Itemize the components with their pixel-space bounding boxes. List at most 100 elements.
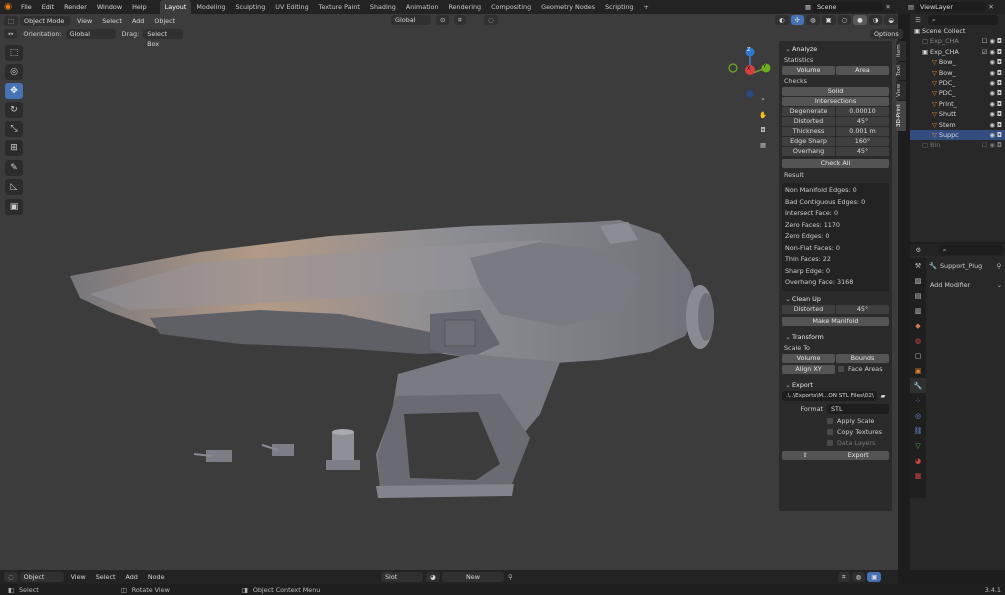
node-menu-node[interactable]: Node (143, 570, 170, 584)
world-tab-icon[interactable]: ◍ (910, 333, 926, 348)
model-small-parts[interactable] (193, 429, 360, 470)
camera-icon[interactable]: ◘ (755, 122, 771, 137)
outliner-item[interactable]: ▽ PDC_ ◉ ◘ (910, 88, 1005, 98)
workspace-tab-modeling[interactable]: Modeling (191, 0, 230, 14)
pivot-point-icon[interactable]: ⊙ (436, 15, 450, 25)
scale-bounds-button[interactable]: Bounds (836, 353, 889, 363)
node-menu-add[interactable]: Add (120, 570, 142, 584)
cleanup-panel-header[interactable]: ⌄ Clean Up (782, 293, 889, 305)
new-material-button[interactable]: New (442, 572, 504, 582)
scene-name-field[interactable]: Scene (813, 2, 883, 12)
check-all-button[interactable]: Check All (782, 159, 889, 168)
view-layer-tab-icon[interactable]: ▥ (910, 303, 926, 318)
tab-tool[interactable]: Tool (896, 62, 906, 80)
xray-icon[interactable]: ▣ (821, 15, 836, 25)
zoom-icon[interactable]: ⌕ (755, 92, 771, 107)
viewport-menu-select[interactable]: Select (97, 14, 127, 28)
export-path-field[interactable]: .\..\Exports\M...ON STL Files\02\ (782, 390, 877, 401)
node-menu-view[interactable]: View (66, 570, 91, 584)
volume-button[interactable]: Volume (782, 66, 835, 75)
shading-rendered-icon[interactable]: ◒ (884, 15, 898, 25)
slot-dropdown[interactable]: Slot (381, 572, 423, 582)
active-tool-icon[interactable]: ↔ (4, 29, 18, 39)
workspace-tab-geometry-nodes[interactable]: Geometry Nodes (536, 0, 600, 14)
add-workspace-button[interactable]: + (638, 0, 653, 14)
degenerate-field[interactable]: 0.00010 (836, 107, 889, 116)
shading-material-icon[interactable]: ◑ (868, 15, 883, 25)
outliner-item-selected[interactable]: ▽ Suppc ◉ ◘ (910, 129, 1005, 141)
result-item[interactable]: Zero Edges: 0 (785, 231, 886, 243)
workspace-tab-sculpting[interactable]: Sculpting (230, 0, 270, 14)
snap-icon[interactable]: ⌗ (454, 15, 466, 25)
menu-help[interactable]: Help (127, 0, 152, 14)
tool-tab-icon[interactable]: ⚒ (910, 258, 926, 273)
eye-icon[interactable]: ◉ ◘ (989, 120, 1002, 130)
physics-tab-icon[interactable]: ◎ (910, 408, 926, 423)
apply-scale-checkbox[interactable]: Apply Scale (782, 416, 889, 427)
constraints-tab-icon[interactable]: ⛓ (910, 423, 926, 438)
transform-panel-header[interactable]: ⌄ Transform (782, 331, 889, 343)
distorted-field[interactable]: 45° (836, 117, 889, 126)
viewport-menu-add[interactable]: Add (127, 14, 149, 28)
workspace-tab-texture-paint[interactable]: Texture Paint (314, 0, 365, 14)
tab-3d-print[interactable]: 3D-Print (896, 101, 906, 131)
thickness-button[interactable]: Thickness (782, 127, 835, 136)
eye-icon[interactable]: ◉ ◘ (989, 88, 1002, 98)
result-item[interactable]: Thin Faces: 22 (785, 254, 886, 266)
blender-logo-icon[interactable]: ◉ (0, 2, 16, 12)
material-tab-icon[interactable]: ◕ (910, 453, 926, 468)
export-button[interactable]: ⇪ Export (782, 450, 889, 460)
shading-solid-icon[interactable]: ● (853, 15, 867, 25)
ortho-grid-icon[interactable]: ▦ (755, 137, 771, 152)
transform-orientation-dropdown[interactable]: Global (391, 15, 431, 25)
add-cube-icon[interactable]: ▣ (5, 199, 23, 215)
export-panel-header[interactable]: ⌄ Export (782, 379, 889, 391)
transform-icon[interactable]: ⊞ (5, 140, 23, 156)
eye-icon[interactable]: ◉ ◘ (989, 99, 1002, 109)
properties-search-input[interactable]: ⌕ (938, 245, 1003, 255)
overhang-field[interactable]: 45° (836, 147, 889, 156)
material-browse-icon[interactable]: ◕ (426, 572, 440, 582)
checkbox-icon[interactable]: ☐ ◉ ◘ (982, 140, 1002, 150)
texture-tab-icon[interactable]: ▩ (910, 468, 926, 483)
node-menu-select[interactable]: Select (91, 570, 121, 584)
outliner-item[interactable]: ▽ Bow_ ◉ ◘ (910, 57, 1005, 67)
menu-render[interactable]: Render (59, 0, 92, 14)
menu-file[interactable]: File (16, 0, 37, 14)
outliner-item[interactable]: ▢ Bin ☐ ◉ ◘ (910, 140, 1005, 150)
result-item[interactable]: Overhang Face: 3168 (785, 277, 886, 289)
menu-window[interactable]: Window (92, 0, 127, 14)
distorted-button[interactable]: Distorted (782, 117, 835, 126)
eye-icon[interactable]: ◉ ◘ (989, 57, 1002, 67)
face-areas-checkbox[interactable]: Face Areas (836, 365, 889, 374)
thickness-field[interactable]: 0.001 m (836, 127, 889, 136)
overlay-icon[interactable]: ◍ (851, 572, 866, 582)
pin-icon[interactable]: ⚲ (994, 262, 1004, 270)
pin-icon[interactable]: ⚲ (508, 573, 513, 581)
result-item[interactable]: Bad Contiguous Edges: 0 (785, 197, 886, 209)
orientation-dropdown[interactable]: Global (65, 29, 116, 39)
scene-selector[interactable]: ▦ Scene ✕ (803, 2, 903, 12)
format-dropdown[interactable]: STL (827, 403, 889, 414)
object-tab-icon[interactable]: ▣ (910, 363, 926, 378)
folder-icon[interactable]: ▰ (877, 392, 889, 400)
workspace-tab-animation[interactable]: Animation (401, 0, 444, 14)
editor-type-node-icon[interactable]: ◌ (4, 572, 18, 582)
options-dropdown[interactable]: Options (870, 29, 903, 39)
outliner-root[interactable]: ▣ Scene Collect (910, 26, 1005, 36)
result-item[interactable]: Zero Faces: 1170 (785, 220, 886, 232)
edge-sharp-button[interactable]: Edge Sharp (782, 137, 835, 146)
particles-tab-icon[interactable]: ⁘ (910, 393, 926, 408)
checkbox-icon[interactable]: ☐ ◉ ◘ (982, 36, 1002, 46)
result-item[interactable]: Non-Flat Faces: 0 (785, 243, 886, 255)
visibility-icon[interactable]: ◐ (775, 15, 789, 25)
workspace-tab-rendering[interactable]: Rendering (443, 0, 486, 14)
model-gun[interactable] (70, 220, 714, 498)
workspace-tab-shading[interactable]: Shading (365, 0, 401, 14)
add-modifier-dropdown[interactable]: Add Modifier ⌄ (930, 279, 1002, 290)
edge-sharp-field[interactable]: 160° (836, 137, 889, 146)
rotate-icon[interactable]: ↻ (5, 102, 23, 118)
modifier-tab-icon[interactable]: 🔧 (910, 378, 926, 393)
backdrop-icon[interactable]: ▣ (867, 572, 882, 582)
render-tab-icon[interactable]: ▨ (910, 273, 926, 288)
